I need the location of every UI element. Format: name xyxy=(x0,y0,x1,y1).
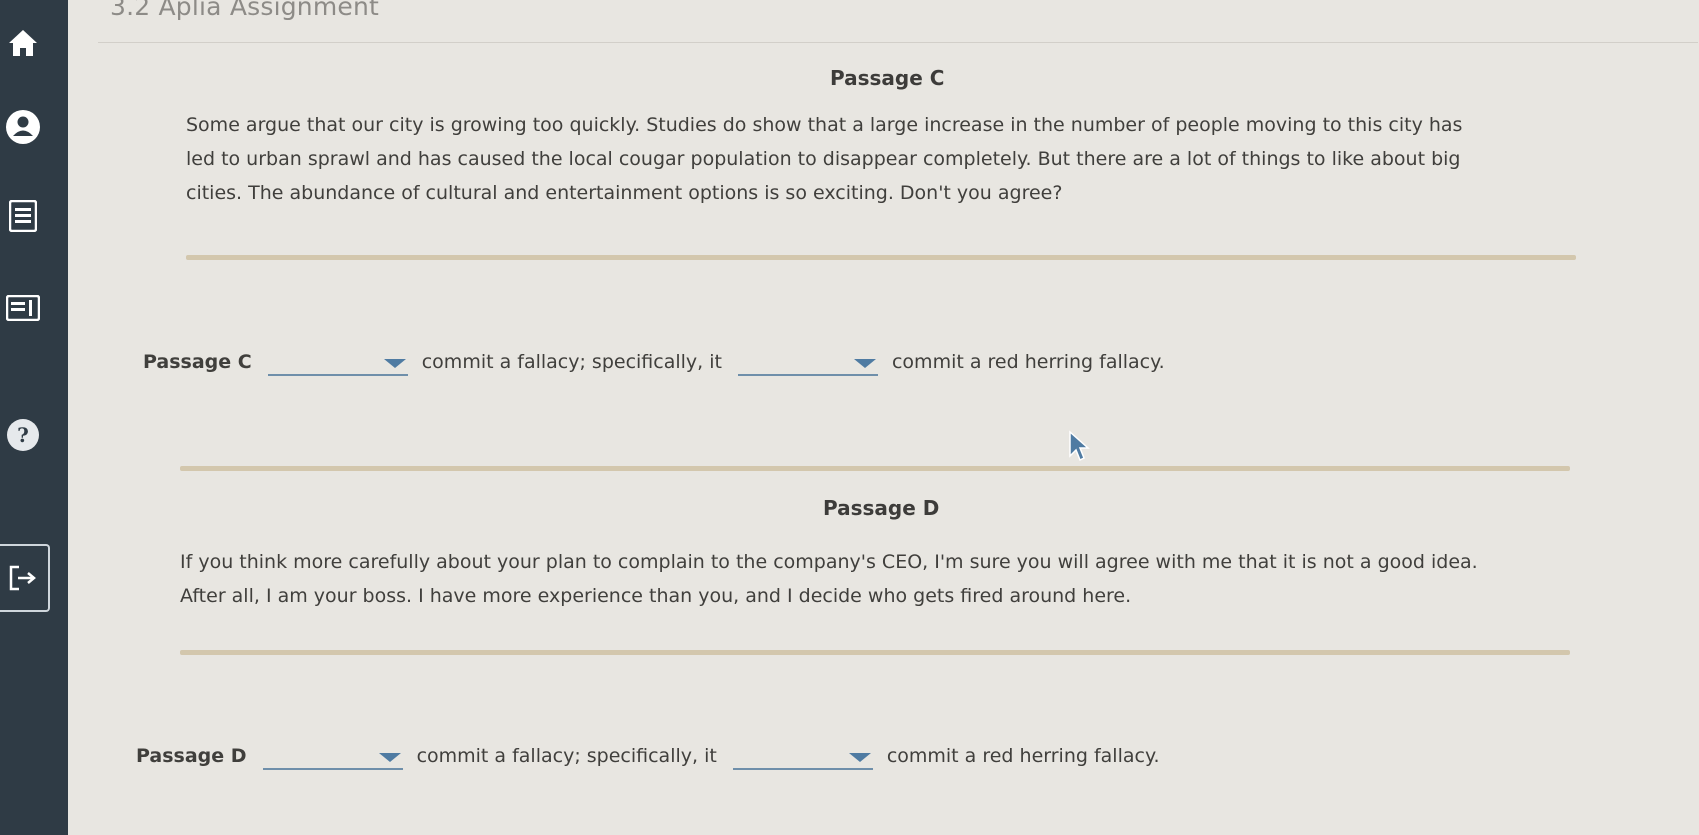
passage-d-answer-label: Passage D xyxy=(136,745,247,767)
passage-d-answer-row: Passage D commit a fallacy; specifically… xyxy=(136,742,1160,770)
mouse-cursor-icon xyxy=(1069,430,1090,462)
help-button[interactable]: ? xyxy=(0,412,46,458)
title-divider xyxy=(98,42,1698,43)
sidebar: ? xyxy=(0,0,68,835)
passage-d-specific-dropdown[interactable] xyxy=(732,742,873,770)
exit-button[interactable] xyxy=(0,544,50,612)
account-button[interactable] xyxy=(0,104,46,150)
passage-d-answer-text-2: commit a red herring fallacy. xyxy=(886,745,1160,767)
user-icon xyxy=(6,110,40,144)
passage-d-heading: Passage D xyxy=(823,496,940,520)
section-divider xyxy=(180,466,1570,471)
passage-c-text: Some argue that our city is growing too … xyxy=(186,108,1462,210)
passage-c-answer-row: Passage C commit a fallacy; specifically… xyxy=(143,348,1165,376)
list-icon xyxy=(9,200,37,232)
passage-d-answer-text-1: commit a fallacy; specifically, it xyxy=(416,745,717,767)
home-button[interactable] xyxy=(0,20,46,66)
passage-c-specific-dropdown[interactable] xyxy=(737,348,878,376)
home-icon xyxy=(9,30,37,56)
chevron-down-icon xyxy=(848,753,871,762)
passage-d-divider xyxy=(180,650,1570,655)
app-window: ? 3.2 Aplia Assignment Passage C Some ar… xyxy=(0,0,1699,835)
assignment-title: 3.2 Aplia Assignment xyxy=(110,0,380,21)
svg-text:?: ? xyxy=(17,423,29,447)
course-list-button[interactable] xyxy=(0,193,46,239)
grade-book-icon xyxy=(6,295,40,321)
passage-c-answer-label: Passage C xyxy=(143,351,252,373)
grade-book-button[interactable] xyxy=(0,285,46,331)
passage-d-line: After all, I am your boss. I have more e… xyxy=(180,585,1132,607)
passage-c-line: Some argue that our city is growing too … xyxy=(186,114,1463,136)
chevron-down-icon xyxy=(383,359,406,368)
passage-c-commit-dropdown[interactable] xyxy=(267,348,408,376)
exit-icon xyxy=(9,565,36,591)
chevron-down-icon xyxy=(853,359,876,368)
passage-c-answer-text-2: commit a red herring fallacy. xyxy=(891,351,1165,373)
passage-d-text: If you think more carefully about your p… xyxy=(180,545,1478,613)
passage-d-commit-dropdown[interactable] xyxy=(262,742,403,770)
passage-d-line: If you think more carefully about your p… xyxy=(180,551,1478,573)
help-icon: ? xyxy=(7,419,39,451)
passage-c-line: cities. The abundance of cultural and en… xyxy=(186,182,1063,204)
passage-c-line: led to urban sprawl and has caused the l… xyxy=(186,148,1461,170)
main-content: 3.2 Aplia Assignment Passage C Some argu… xyxy=(68,0,1699,835)
passage-c-answer-text-1: commit a fallacy; specifically, it xyxy=(421,351,722,373)
chevron-down-icon xyxy=(378,753,401,762)
passage-c-divider xyxy=(186,255,1576,260)
passage-c-heading: Passage C xyxy=(830,66,945,90)
